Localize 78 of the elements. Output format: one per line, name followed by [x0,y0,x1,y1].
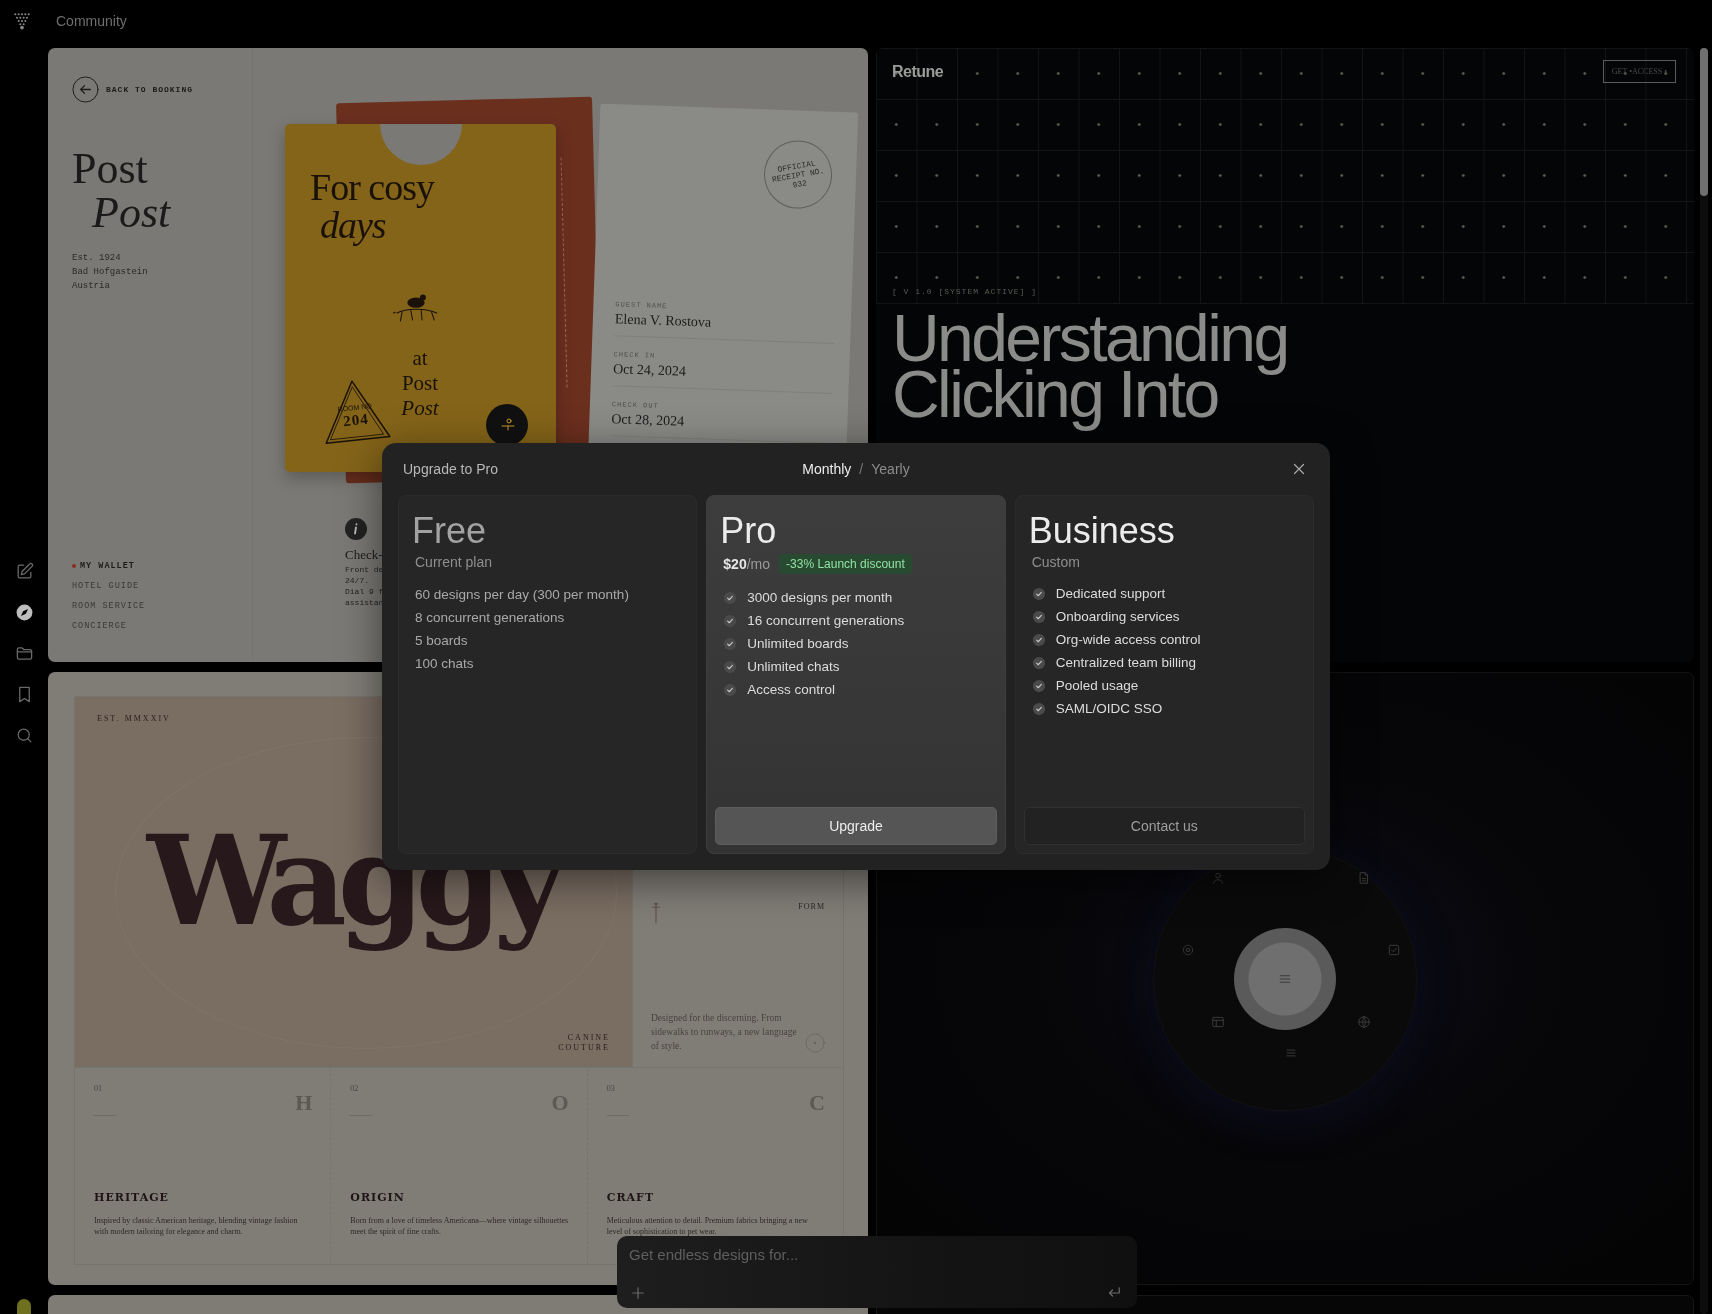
checkbox-icon[interactable] [1387,942,1401,957]
page-title: Community [56,13,127,29]
plan-subtitle: Custom [1031,554,1081,570]
tagline: CANINE COUTURE [557,1033,610,1053]
column-text: Meticulous attention to detail. Premium fabrics bringing a new level of sophistication to pet wear. [606,1215,809,1237]
hotel-name: Post [91,191,172,235]
column-title: ORIGIN [350,1191,406,1204]
nav-link[interactable]: CONCIERGE [72,621,127,631]
dagger-icon [651,902,661,924]
logo[interactable]: Retune [892,62,944,81]
tag-text: Post [400,396,440,421]
feature-text: SAML/OIDC SSO [1055,701,1163,716]
contact-button[interactable]: Contact us [1023,807,1305,845]
compass-icon[interactable] [14,603,34,622]
user-avatar[interactable] [17,1299,31,1314]
feature-text: Onboarding services [1055,609,1180,624]
panel-label: FORM [798,902,825,911]
feature-text: 5 boards [415,633,468,648]
price: $20 [723,556,747,572]
plan-name: Pro [720,510,778,552]
nav-link[interactable]: ROOM SERVICE [72,601,146,611]
info-title: Check- [345,546,384,564]
feature-text: Pooled usage [1055,678,1139,693]
feature-text: 16 concurrent generations [747,613,905,628]
folder-icon[interactable] [14,644,34,663]
info-icon[interactable] [345,518,367,540]
round-button-icon[interactable] [486,404,528,446]
feature-text: 3000 designs per month [747,590,893,605]
back-link[interactable]: BACK TO BOOKING [106,85,193,94]
tag-text: Post [400,371,440,396]
separator: / [859,461,864,477]
column-title: CRAFT [606,1191,656,1204]
headline: Understanding Clicking Into [892,304,1288,433]
info-text: Dial 9 f [345,586,384,597]
nav-link[interactable]: HOTEL GUIDE [72,581,140,591]
hotel-name: Post [72,147,149,191]
room-number: 204 [342,410,371,432]
dialog-title: Upgrade to Pro [403,461,498,477]
info-text: assistan [345,597,384,608]
field-value: Oct 28, 2024 [611,411,686,431]
feature-text: Org-wide access control [1055,632,1201,647]
field-value: Elena V. Rostova [614,311,713,332]
dot-button-icon[interactable] [805,1033,825,1053]
logo-icon[interactable] [12,11,32,31]
billing-option[interactable]: Yearly [871,461,910,477]
active-dot [72,564,76,568]
column-text: Inspired by classic American heritage, blending vintage fashion with modern tailoring for elegance and charm. [94,1215,299,1237]
column-text: Born from a love of timeless Americana—where vintage silhouettes meet the spirit of fine crafts. [350,1215,569,1237]
feature-text: Centralized team billing [1055,655,1196,670]
plan-name: Business [1028,510,1176,552]
tag-headline: days [319,206,386,244]
tag-text: at [411,346,429,371]
field-value: Oct 24, 2024 [612,361,688,381]
column-title: HERITAGE [94,1191,170,1204]
feature-text: Dedicated support [1055,586,1166,601]
est-label: EST. MMXXIV [97,714,171,723]
prompt-input[interactable]: Get endless designs for... [629,1246,1123,1263]
version-label: [ V 1.0 [SYSTEM ACTIVE] ] [892,287,1039,296]
nav-link[interactable]: MY WALLET [80,561,135,571]
price-period: /mo [746,556,771,572]
tag-headline: For cosy [310,168,434,206]
discount-badge: -33% Launch discount [779,554,912,574]
scrollbar[interactable] [1700,48,1708,1314]
billing-option[interactable]: Monthly [802,461,852,477]
feature-text: 8 concurrent generations [415,610,565,625]
address-line: Austria [72,280,111,293]
address-line: Est. 1924 [72,252,122,265]
plan-subtitle: Current plan [415,554,494,570]
plus-icon[interactable] [629,1284,647,1302]
feature-text: Unlimited boards [747,636,849,651]
feature-text: 100 chats [415,656,474,671]
feature-text: Access control [747,682,836,697]
feature-text: Unlimited chats [747,659,840,674]
upgrade-button[interactable]: Upgrade [715,807,997,845]
address-line: Bad Hofgastein [72,266,149,279]
feature-text: 60 designs per day (300 per month) [415,587,629,602]
info-text: 24/7. [345,575,370,586]
plan-name: Free [412,510,488,552]
